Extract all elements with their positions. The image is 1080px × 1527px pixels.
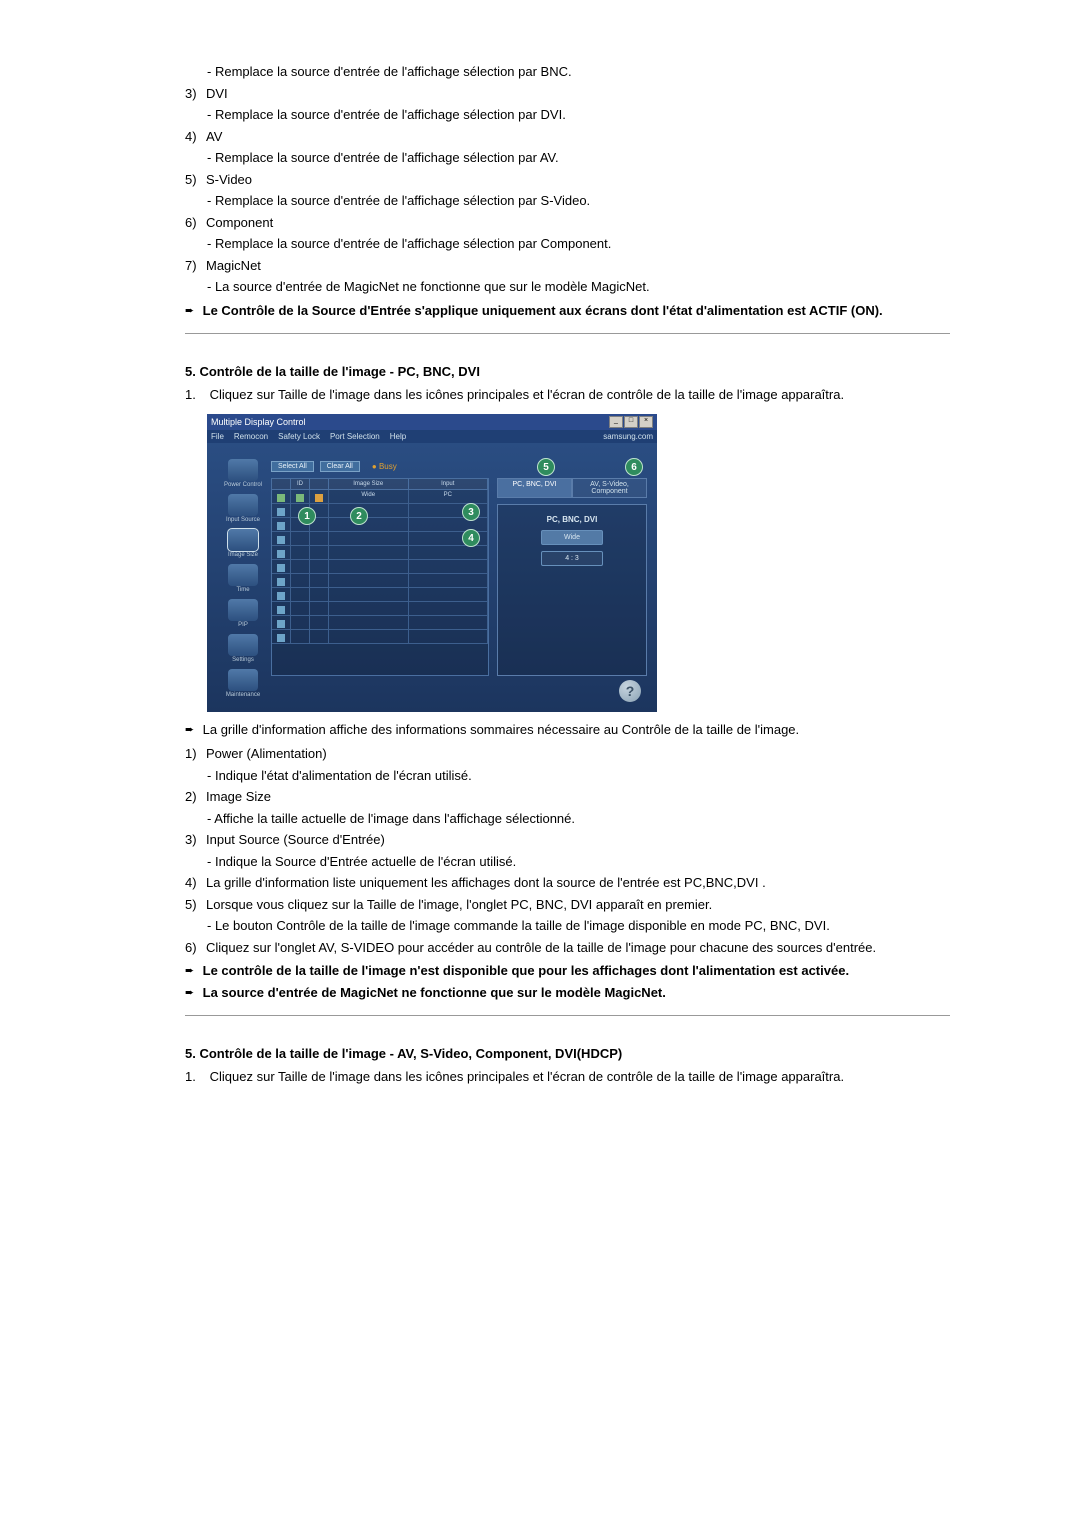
close-icon[interactable]: × — [639, 416, 653, 428]
sidebar-time[interactable]: Time — [215, 564, 271, 593]
help-icon[interactable]: ? — [619, 680, 641, 702]
table-row[interactable] — [272, 574, 488, 588]
bullet-icon: ➨ — [185, 963, 199, 979]
busy-indicator: ● Busy — [372, 462, 397, 471]
divider — [185, 1015, 950, 1016]
menu-file[interactable]: File — [211, 432, 224, 441]
section-b-title: 5. Contrôle de la taille de l'image - PC… — [185, 364, 950, 379]
opt-4-3[interactable]: 4 : 3 — [541, 551, 603, 566]
section-a-list: Remplace la source d'entrée de l'afficha… — [185, 62, 950, 319]
table-row[interactable] — [272, 546, 488, 560]
sidebar-power-control[interactable]: Power Control — [215, 459, 271, 488]
note-b2: ➨ La source d'entrée de MagicNet ne fonc… — [185, 985, 950, 1001]
brand-link[interactable]: samsung.com — [603, 432, 653, 441]
section-b-grid-note: ➨ La grille d'information affiche des in… — [185, 722, 950, 738]
table-row[interactable] — [272, 532, 488, 546]
minimize-icon[interactable]: _ — [609, 416, 623, 428]
callout-1: 1 — [298, 507, 316, 525]
bullet-icon: ➨ — [185, 303, 199, 319]
window-titlebar: Multiple Display Control _ □ × — [207, 414, 657, 430]
table-row[interactable] — [272, 602, 488, 616]
list-sub: Remplace la source d'entrée de l'afficha… — [185, 62, 950, 82]
app-screenshot: Multiple Display Control _ □ × File Remo… — [207, 414, 657, 712]
table-row[interactable] — [272, 560, 488, 574]
menu-safety-lock[interactable]: Safety Lock — [278, 432, 320, 441]
sidebar-input-source[interactable]: Input Source — [215, 494, 271, 523]
menu-bar: File Remocon Safety Lock Port Selection … — [207, 430, 657, 443]
bullet-icon: ➨ — [185, 722, 199, 738]
sidebar-settings[interactable]: Settings — [215, 634, 271, 663]
table-row[interactable] — [272, 588, 488, 602]
sidebar: Power Control Input Source Image Size Ti… — [215, 459, 271, 698]
tab-av-svideo-component[interactable]: AV, S-Video, Component — [572, 478, 647, 498]
callout-4: 4 — [462, 529, 480, 547]
note-a: ➨ Le Contrôle de la Source d'Entrée s'ap… — [185, 303, 950, 319]
table-row[interactable] — [272, 616, 488, 630]
divider — [185, 333, 950, 334]
sidebar-pip[interactable]: PIP — [215, 599, 271, 628]
clear-all-button[interactable]: Clear All — [320, 461, 360, 472]
menu-remocon[interactable]: Remocon — [234, 432, 268, 441]
tab-pc-bnc-dvi[interactable]: PC, BNC, DVI — [497, 478, 572, 498]
callout-2: 2 — [350, 507, 368, 525]
opt-wide[interactable]: Wide — [541, 530, 603, 545]
section-c-title: 5. Contrôle de la taille de l'image - AV… — [185, 1046, 950, 1061]
note-b1: ➨ Le contrôle de la taille de l'image n'… — [185, 963, 950, 979]
bullet-icon: ➨ — [185, 985, 199, 1001]
callout-6: 6 — [625, 458, 643, 476]
control-panel: PC, BNC, DVI Wide 4 : 3 — [497, 504, 647, 676]
maximize-icon[interactable]: □ — [624, 416, 638, 428]
menu-port-selection[interactable]: Port Selection — [330, 432, 380, 441]
sidebar-maintenance[interactable]: Maintenance — [215, 669, 271, 698]
callout-5: 5 — [537, 458, 555, 476]
select-all-button[interactable]: Select All — [271, 461, 314, 472]
callout-3: 3 — [462, 503, 480, 521]
table-row[interactable] — [272, 630, 488, 644]
info-grid: ID Image Size Input Wide — [271, 478, 489, 676]
table-row[interactable]: Wide PC — [272, 490, 488, 504]
menu-help[interactable]: Help — [390, 432, 406, 441]
sidebar-image-size[interactable]: Image Size — [215, 529, 271, 558]
